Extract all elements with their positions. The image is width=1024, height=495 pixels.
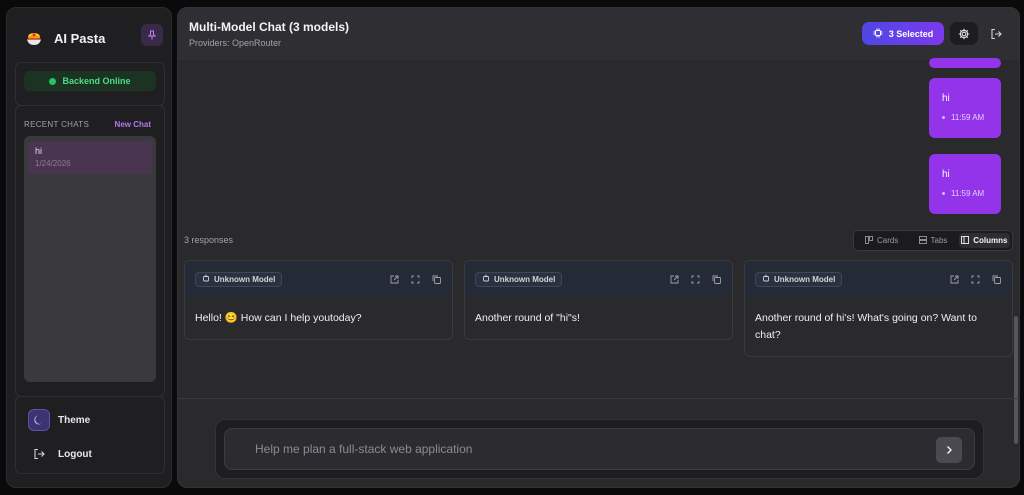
status-badge: Backend Online — [24, 71, 156, 91]
chat-item-title: hi — [35, 146, 43, 156]
time-dot-icon — [942, 192, 945, 195]
view-cards-label: Cards — [876, 236, 899, 245]
composer-divider — [178, 398, 1019, 399]
recent-chats-header: RECENT CHATS New Chat — [24, 120, 151, 129]
robot-icon — [482, 274, 490, 284]
card-actions — [949, 274, 1002, 285]
previous-message-edge — [929, 58, 1001, 68]
view-mode-toggle: Cards Tabs Columns — [853, 230, 1013, 251]
open-external-icon[interactable] — [949, 274, 960, 285]
card-actions — [389, 274, 442, 285]
copy-icon[interactable] — [991, 274, 1002, 285]
message-timestamp: 11:59 AM — [951, 189, 985, 198]
response-text: Hello! 😊 How can I help youtoday? — [195, 312, 362, 324]
user-message: hi 11:59 AM — [929, 154, 1001, 214]
providers-label: Providers: OpenRouter — [189, 38, 282, 48]
scrollbar-thumb[interactable] — [1014, 316, 1018, 444]
cpu-icon — [873, 28, 883, 40]
moon-icon — [28, 409, 50, 431]
header-logout-button[interactable] — [986, 22, 1006, 45]
backend-status-panel: Backend Online — [15, 62, 165, 106]
model-name: Unknown Model — [774, 274, 836, 284]
brand: AI Pasta — [15, 20, 165, 56]
brand-name: AI Pasta — [54, 30, 106, 46]
logout-icon — [991, 28, 1002, 39]
expand-icon[interactable] — [410, 274, 421, 285]
list-item[interactable]: hi 1/24/2026 — [28, 141, 152, 174]
pin-icon — [147, 30, 157, 40]
chat-header: Multi-Model Chat (3 models) Providers: O… — [178, 8, 1019, 61]
model-badge: Unknown Model — [755, 271, 843, 287]
models-selected-label: 3 Selected — [888, 28, 934, 39]
page-title: Multi-Model Chat (3 models) — [189, 20, 349, 34]
logout-button[interactable]: Logout — [28, 443, 92, 465]
theme-button[interactable]: Theme — [28, 409, 90, 431]
response-card: Unknown Model Another round of "hi"s! — [464, 260, 733, 340]
status-dot-icon — [49, 77, 57, 85]
chevron-right-icon — [947, 446, 952, 454]
response-card-header: Unknown Model — [465, 261, 732, 297]
pasta-bowl-icon — [24, 28, 44, 48]
pin-sidebar-button[interactable] — [141, 24, 163, 46]
chat-item-date: 1/24/2026 — [35, 159, 71, 168]
gear-icon — [958, 28, 970, 39]
message-text: hi — [942, 93, 950, 104]
cards-icon — [865, 235, 873, 246]
copy-icon[interactable] — [711, 274, 722, 285]
model-badge: Unknown Model — [475, 271, 563, 287]
message-timestamp: 11:59 AM — [951, 113, 985, 122]
message-time: 11:59 AM — [942, 113, 988, 122]
time-dot-icon — [942, 116, 945, 119]
new-chat-button[interactable]: New Chat — [115, 120, 151, 129]
message-time: 11:59 AM — [942, 189, 988, 198]
response-card-header: Unknown Model — [745, 261, 1012, 297]
recent-chats-panel: RECENT CHATS New Chat hi 1/24/2026 — [15, 105, 165, 397]
response-card-header: Unknown Model — [185, 261, 452, 297]
logout-icon — [28, 443, 50, 465]
models-selected-button[interactable]: 3 Selected — [862, 22, 944, 45]
view-columns-button[interactable]: Columns — [958, 233, 1010, 248]
logout-label: Logout — [58, 448, 92, 460]
scrollbar[interactable] — [1013, 61, 1019, 444]
sidebar-footer: Theme Logout — [15, 396, 165, 474]
composer-box — [224, 428, 975, 470]
response-text: Another round of hi's! What's going on? … — [755, 312, 977, 341]
copy-icon[interactable] — [431, 274, 442, 285]
robot-icon — [762, 274, 770, 284]
responses-count: 3 responses — [184, 235, 234, 245]
open-external-icon[interactable] — [669, 274, 680, 285]
theme-label: Theme — [58, 414, 91, 426]
user-message: hi 11:59 AM — [929, 78, 1001, 138]
recent-chats-list[interactable]: hi 1/24/2026 — [24, 136, 156, 382]
expand-icon[interactable] — [690, 274, 701, 285]
expand-icon[interactable] — [970, 274, 981, 285]
columns-icon — [961, 235, 970, 246]
model-name: Unknown Model — [494, 274, 556, 284]
response-card: Unknown Model Hello! 😊 How can I help yo… — [184, 260, 453, 340]
main-panel: Multi-Model Chat (3 models) Providers: O… — [177, 7, 1020, 488]
view-tabs-label: Tabs — [930, 236, 948, 245]
recent-chats-title: RECENT CHATS — [24, 120, 90, 129]
open-external-icon[interactable] — [389, 274, 400, 285]
response-card: Unknown Model Another round of hi's! Wha… — [744, 260, 1013, 357]
message-input[interactable] — [255, 429, 915, 469]
composer — [215, 419, 984, 479]
settings-button[interactable] — [950, 22, 978, 45]
response-text: Another round of "hi"s! — [475, 312, 580, 324]
sidebar: AI Pasta Backend Online RECENT CHATS New… — [6, 7, 172, 488]
view-tabs-button[interactable]: Tabs — [907, 233, 958, 248]
status-label: Backend Online — [62, 76, 131, 86]
view-columns-label: Columns — [973, 236, 1008, 245]
message-text: hi — [942, 169, 950, 180]
card-actions — [669, 274, 722, 285]
tabs-icon — [918, 235, 927, 246]
view-cards-button[interactable]: Cards — [856, 233, 907, 248]
model-badge: Unknown Model — [195, 271, 283, 287]
model-name: Unknown Model — [214, 274, 276, 284]
send-button[interactable] — [936, 437, 962, 463]
robot-icon — [202, 274, 210, 284]
app-root: AI Pasta Backend Online RECENT CHATS New… — [0, 0, 1024, 495]
